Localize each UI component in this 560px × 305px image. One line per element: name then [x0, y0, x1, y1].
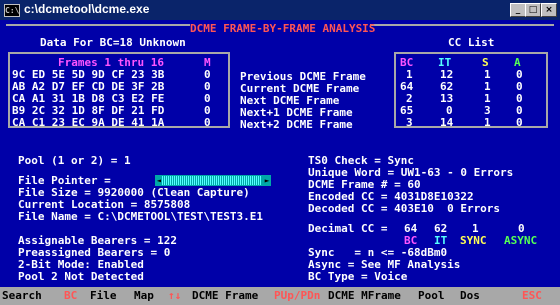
cc-cell: 3	[406, 116, 413, 129]
function-key-bar: Search BC File Map ↑↓ DCME Frame PUp/PDn DCME M…	[0, 287, 560, 305]
console-icon: C:\	[4, 4, 20, 17]
bc-key[interactable]: BC	[64, 287, 77, 305]
cc-list-heading: CC List	[448, 36, 495, 49]
map-key[interactable]: Map	[134, 287, 154, 305]
cc-list-box: BC IT S A 1 12 1 0 64 62 1 0 2 13 1 0 65…	[394, 52, 548, 129]
file-pointer-scrollbar[interactable]: ◄ ►	[155, 175, 271, 186]
scroll-right-icon[interactable]: ►	[263, 175, 271, 186]
minimize-button[interactable]: _	[510, 3, 526, 17]
data-row-m: 0	[204, 116, 211, 129]
scroll-track[interactable]	[161, 176, 261, 185]
window-titlebar: C:\ c:\dcmetool\dcme.exe _ □ ×	[0, 0, 560, 20]
data-row: CA C1 23 EC 9A DE 41 1A	[12, 116, 165, 129]
arrow-keys[interactable]: ↑↓	[168, 287, 181, 305]
page-keys[interactable]: PUp/PDn	[274, 287, 320, 305]
esc-key[interactable]: ESC	[522, 287, 542, 305]
pool2-status: Pool 2 Not Detected	[18, 270, 144, 283]
cc-cell: 0	[516, 116, 523, 129]
dcme-frame-key[interactable]: DCME Frame	[192, 287, 258, 305]
dos-key[interactable]: Dos	[460, 287, 480, 305]
pool-key[interactable]: Pool	[418, 287, 445, 305]
cc-cell: 1	[484, 116, 491, 129]
data-heading: Data For BC=18 Unknown	[40, 36, 186, 49]
dcme-mframe-key[interactable]: DCME MFrame	[328, 287, 401, 305]
maximize-button[interactable]: □	[525, 3, 541, 17]
pool-value: Pool (1 or 2) = 1	[18, 154, 131, 167]
frame-label-next2: Next+2 DCME Frame	[240, 118, 353, 131]
analysis-headline: DCME FRAME-BY-FRAME ANALYSIS	[190, 22, 376, 35]
decimal-hdr-async: ASYNC	[504, 234, 538, 247]
cc-cell: 14	[440, 116, 454, 129]
close-button[interactable]: ×	[541, 3, 557, 17]
file-name: File Name = C:\DCMETOOL\TEST\TEST3.E1	[18, 210, 264, 223]
search-key[interactable]: Search	[2, 287, 42, 305]
file-key[interactable]: File	[90, 287, 117, 305]
decoded-cc: Decoded CC = 403E10 0 Errors	[308, 202, 501, 215]
decimal-hdr-sync: SYNC	[460, 234, 487, 247]
console-area: DCME FRAME-BY-FRAME ANALYSIS Data For BC…	[0, 20, 560, 305]
data-box: Frames 1 thru 16 M 9C ED 5E 5D 9D CF 23 …	[8, 52, 230, 129]
window-title: c:\dcmetool\dcme.exe	[24, 2, 150, 16]
decimal-cc-label: Decimal CC =	[308, 222, 388, 235]
bc-type: BC Type = Voice	[308, 270, 408, 283]
